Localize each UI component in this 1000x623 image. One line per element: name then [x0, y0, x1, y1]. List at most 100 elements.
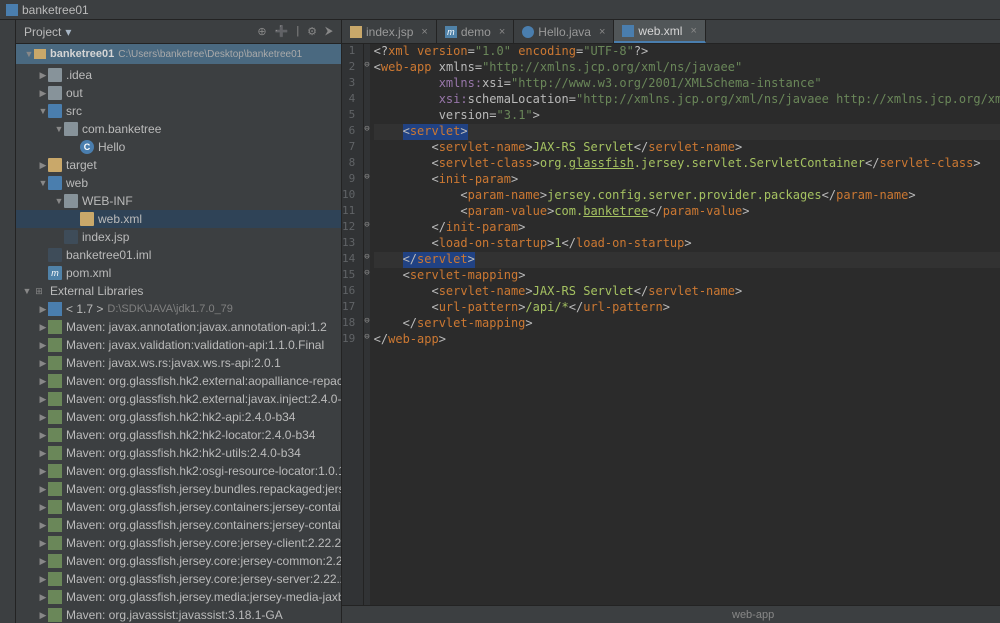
- project-root-breadcrumb[interactable]: banketree01 C:\Users\banketree\Desktop\b…: [16, 44, 341, 64]
- tree-item[interactable]: web: [16, 174, 341, 192]
- line-number[interactable]: 2: [342, 60, 363, 76]
- code-line[interactable]: <web-app xmlns="http://xmlns.jcp.org/xml…: [374, 60, 1000, 76]
- line-number[interactable]: 15: [342, 268, 363, 284]
- breadcrumb-item[interactable]: web-app: [732, 609, 774, 621]
- editor-tab[interactable]: demo×: [437, 20, 514, 43]
- library-item[interactable]: Maven: org.glassfish.jersey.core:jersey-…: [16, 552, 341, 570]
- tree-item[interactable]: index.jsp: [16, 228, 341, 246]
- library-item[interactable]: Maven: org.glassfish.hk2:hk2-utils:2.4.0…: [16, 444, 341, 462]
- code-line[interactable]: </servlet>: [374, 252, 1000, 268]
- target-icon[interactable]: ➕: [275, 25, 289, 38]
- tree-arrow-icon[interactable]: [38, 358, 48, 369]
- library-item[interactable]: Maven: javax.validation:validation-api:1…: [16, 336, 341, 354]
- library-item[interactable]: Maven: org.glassfish.hk2:hk2-locator:2.4…: [16, 426, 341, 444]
- code-line[interactable]: <load-on-startup>1</load-on-startup>: [374, 236, 1000, 252]
- library-item[interactable]: Maven: javax.annotation:javax.annotation…: [16, 318, 341, 336]
- tree-item[interactable]: Hello: [16, 138, 341, 156]
- line-number[interactable]: 9: [342, 172, 363, 188]
- library-item[interactable]: Maven: org.glassfish.hk2.external:aopall…: [16, 372, 341, 390]
- code-line[interactable]: xsi:schemaLocation="http://xmlns.jcp.org…: [374, 92, 1000, 108]
- line-number[interactable]: 17: [342, 300, 363, 316]
- tree-arrow-icon[interactable]: [54, 124, 64, 134]
- project-tree[interactable]: .ideaoutsrccom.banketreeHellotargetwebWE…: [16, 64, 341, 623]
- tree-item[interactable]: banketree01.iml: [16, 246, 341, 264]
- tree-arrow-icon[interactable]: [38, 592, 48, 603]
- tree-arrow-icon[interactable]: [54, 196, 64, 206]
- breadcrumb-bar[interactable]: web-app: [342, 605, 1000, 623]
- code-line[interactable]: <?xml version="1.0" encoding="UTF-8"?>: [374, 44, 1000, 60]
- collapse-icon[interactable]: ⊕: [257, 25, 266, 38]
- tree-item[interactable]: web.xml: [16, 210, 341, 228]
- line-number[interactable]: 6: [342, 124, 363, 140]
- library-item[interactable]: Maven: org.javassist:javassist:3.18.1-GA: [16, 606, 341, 623]
- tree-item[interactable]: WEB-INF: [16, 192, 341, 210]
- root-arrow-icon[interactable]: [24, 49, 34, 59]
- code-line[interactable]: </init-param>: [374, 220, 1000, 236]
- tree-arrow-icon[interactable]: [38, 466, 48, 477]
- code-line[interactable]: <param-value>com.banketree</param-value>: [374, 204, 1000, 220]
- tree-item[interactable]: src: [16, 102, 341, 120]
- line-number[interactable]: 3: [342, 76, 363, 92]
- code-line[interactable]: <servlet>: [374, 124, 1000, 140]
- editor-tab[interactable]: index.jsp×: [342, 20, 437, 43]
- library-item[interactable]: Maven: org.glassfish.jersey.core:jersey-…: [16, 534, 341, 552]
- external-libraries-header[interactable]: ⊞External Libraries: [16, 282, 341, 300]
- tree-arrow-icon[interactable]: [38, 178, 48, 188]
- tree-item[interactable]: target: [16, 156, 341, 174]
- library-item[interactable]: Maven: javax.ws.rs:javax.ws.rs-api:2.0.1: [16, 354, 341, 372]
- close-icon[interactable]: ×: [599, 26, 605, 38]
- tree-arrow-icon[interactable]: [38, 304, 48, 315]
- library-item[interactable]: Maven: org.glassfish.jersey.containers:j…: [16, 498, 341, 516]
- line-number[interactable]: 7: [342, 140, 363, 156]
- close-icon[interactable]: ×: [690, 25, 696, 37]
- line-number[interactable]: 5: [342, 108, 363, 124]
- tree-arrow-icon[interactable]: [38, 322, 48, 333]
- line-number[interactable]: 16: [342, 284, 363, 300]
- code-line[interactable]: <servlet-class>org.glassfish.jersey.serv…: [374, 156, 1000, 172]
- line-number[interactable]: 13: [342, 236, 363, 252]
- code-area[interactable]: <?xml version="1.0" encoding="UTF-8"?><w…: [370, 44, 1000, 605]
- editor-tab[interactable]: web.xml×: [614, 20, 705, 43]
- close-icon[interactable]: ×: [499, 26, 505, 38]
- line-number[interactable]: 18: [342, 316, 363, 332]
- tree-arrow-icon[interactable]: [38, 106, 48, 116]
- tree-item[interactable]: com.banketree: [16, 120, 341, 138]
- tree-item[interactable]: pom.xml: [16, 264, 341, 282]
- close-icon[interactable]: ×: [421, 26, 427, 38]
- line-number[interactable]: 4: [342, 92, 363, 108]
- code-line[interactable]: version="3.1">: [374, 108, 1000, 124]
- code-line[interactable]: <url-pattern>/api/*</url-pattern>: [374, 300, 1000, 316]
- library-item[interactable]: Maven: org.glassfish.jersey.core:jersey-…: [16, 570, 341, 588]
- code-line[interactable]: xmlns:xsi="http://www.w3.org/2001/XMLSch…: [374, 76, 1000, 92]
- code-line[interactable]: <init-param>: [374, 172, 1000, 188]
- line-number[interactable]: 1: [342, 44, 363, 60]
- line-number[interactable]: 19: [342, 332, 363, 348]
- tree-arrow-icon[interactable]: [38, 88, 48, 99]
- tree-arrow-icon[interactable]: [38, 376, 48, 387]
- tree-arrow-icon[interactable]: [38, 394, 48, 405]
- library-item[interactable]: Maven: org.glassfish.hk2:hk2-api:2.4.0-b…: [16, 408, 341, 426]
- code-line[interactable]: </servlet-mapping>: [374, 316, 1000, 332]
- gear-icon[interactable]: ⚙: [307, 25, 317, 38]
- project-header-title[interactable]: Project: [24, 25, 61, 39]
- tree-arrow-icon[interactable]: [38, 556, 48, 567]
- tree-arrow-icon[interactable]: [38, 412, 48, 423]
- tree-item[interactable]: .idea: [16, 66, 341, 84]
- code-line[interactable]: <servlet-name>JAX-RS Servlet</servlet-na…: [374, 284, 1000, 300]
- line-number[interactable]: 8: [342, 156, 363, 172]
- line-number[interactable]: 10: [342, 188, 363, 204]
- tree-arrow-icon[interactable]: [38, 340, 48, 351]
- line-number[interactable]: 12: [342, 220, 363, 236]
- project-dropdown-arrow[interactable]: ▾: [65, 25, 71, 39]
- tree-arrow-icon[interactable]: [38, 70, 48, 81]
- tree-arrow-icon[interactable]: [38, 430, 48, 441]
- line-gutter[interactable]: 12345678910111213141516171819: [342, 44, 364, 605]
- tree-arrow-icon[interactable]: [38, 574, 48, 585]
- library-item[interactable]: Maven: org.glassfish.jersey.media:jersey…: [16, 588, 341, 606]
- tree-arrow-icon[interactable]: [38, 538, 48, 549]
- code-line[interactable]: <param-name>jersey.config.server.provide…: [374, 188, 1000, 204]
- code-line[interactable]: <servlet-name>JAX-RS Servlet</servlet-na…: [374, 140, 1000, 156]
- hide-icon[interactable]: ⮞: [325, 25, 333, 38]
- tree-arrow-icon[interactable]: [38, 160, 48, 171]
- code-line[interactable]: </web-app>: [374, 332, 1000, 348]
